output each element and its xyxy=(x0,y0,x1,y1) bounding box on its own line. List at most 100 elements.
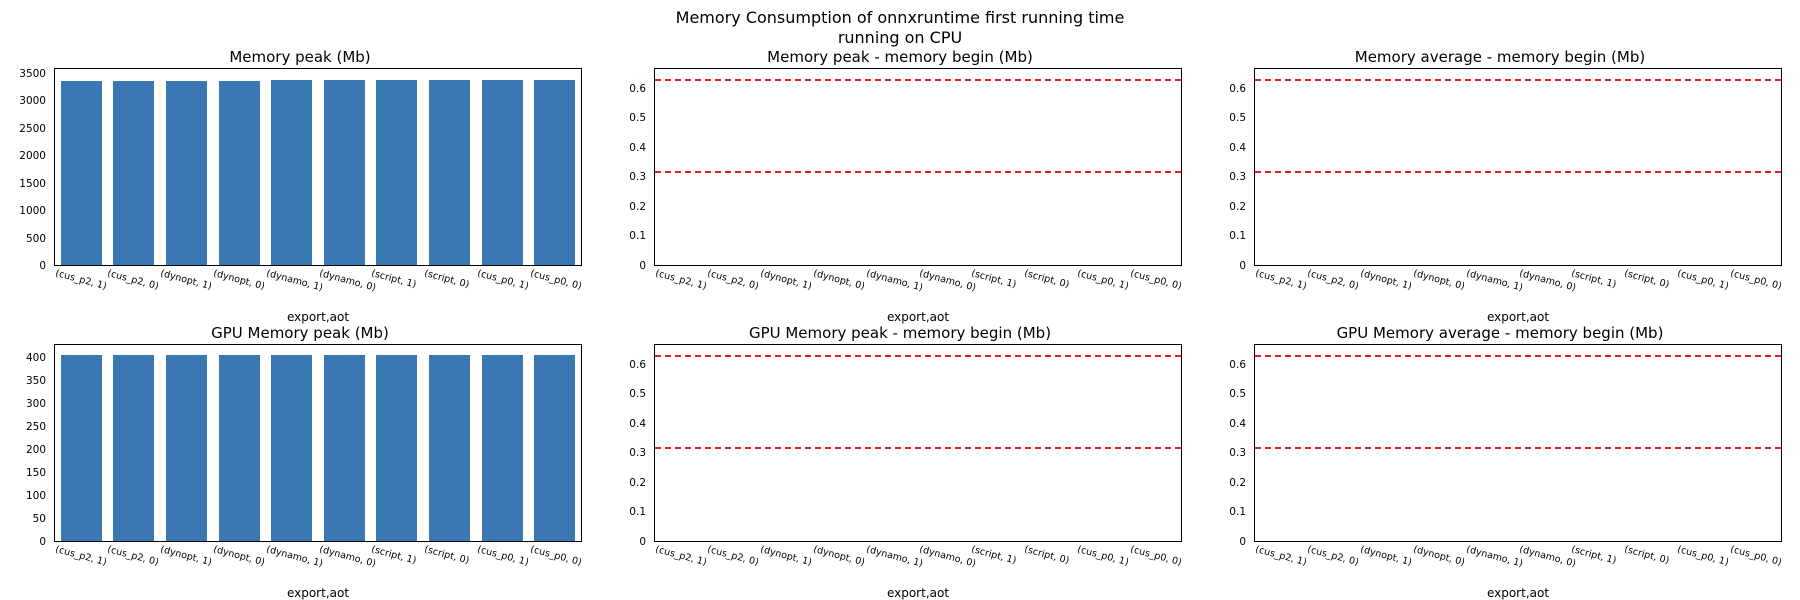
figure: Memory Consumption of onnxruntime first … xyxy=(0,0,1800,600)
y-tick-label: 0.2 xyxy=(1229,477,1246,489)
x-tick-label: (cus_p0, 1) xyxy=(476,268,530,292)
bar xyxy=(376,355,417,541)
y-tick-label: 3500 xyxy=(19,68,46,80)
x-tick-label: (dynamo, 1) xyxy=(1465,544,1524,570)
bar xyxy=(61,355,102,541)
x-tick-label: (script, 1) xyxy=(971,268,1018,291)
y-tick-label: 1500 xyxy=(19,178,46,190)
x-tick-label: (script, 1) xyxy=(371,268,418,291)
x-tick-label: (script, 0) xyxy=(1023,268,1070,291)
x-tick-label: (dynopt, 0) xyxy=(812,544,866,568)
x-ticks: (cus_p2, 1)(cus_p2, 0)(dynopt, 1)(dynopt… xyxy=(1254,542,1782,588)
subplot-grid: Memory peak (Mb)050010001500200025003000… xyxy=(0,48,1800,600)
subplot-3: GPU Memory peak (Mb)05010015020025030035… xyxy=(0,324,600,600)
subplot-title: GPU Memory peak - memory begin (Mb) xyxy=(600,324,1200,342)
y-ticks: 00.10.20.30.40.50.6 xyxy=(600,68,650,266)
subplot-5: GPU Memory average - memory begin (Mb)00… xyxy=(1200,324,1800,600)
x-tick-label: (dynopt, 1) xyxy=(159,268,213,292)
y-tick-label: 0.3 xyxy=(1229,171,1246,183)
y-tick-label: 500 xyxy=(26,233,46,245)
x-axis-label: export,aot xyxy=(54,586,582,600)
plot-area xyxy=(654,68,1182,266)
y-tick-label: 400 xyxy=(26,352,46,364)
y-tick-label: 0.4 xyxy=(629,418,646,430)
x-tick-label: (dynamo, 0) xyxy=(918,268,977,294)
bar xyxy=(219,81,260,265)
bar xyxy=(482,355,523,541)
reference-line xyxy=(1255,171,1781,173)
x-tick-label: (dynopt, 1) xyxy=(1359,268,1413,292)
x-tick-label: (script, 1) xyxy=(371,544,418,567)
y-tick-label: 150 xyxy=(26,467,46,479)
bar xyxy=(113,81,154,265)
y-tick-label: 0 xyxy=(39,536,46,548)
bar xyxy=(61,81,102,265)
y-ticks: 050100150200250300350400 xyxy=(0,344,50,542)
y-tick-label: 0.5 xyxy=(629,112,646,124)
plot-area xyxy=(654,344,1182,542)
x-tick-label: (dynamo, 0) xyxy=(318,268,377,294)
reference-line xyxy=(655,447,1181,449)
x-tick-label: (dynamo, 0) xyxy=(318,544,377,570)
subplot-title: Memory peak - memory begin (Mb) xyxy=(600,48,1200,66)
y-tick-label: 0.5 xyxy=(629,388,646,400)
y-tick-label: 50 xyxy=(33,513,46,525)
x-tick-label: (cus_p2, 1) xyxy=(654,268,708,292)
y-tick-label: 0.4 xyxy=(629,142,646,154)
x-tick-label: (cus_p0, 0) xyxy=(1729,544,1783,568)
y-tick-label: 0.3 xyxy=(629,171,646,183)
x-tick-label: (cus_p0, 0) xyxy=(1729,268,1783,292)
y-ticks: 00.10.20.30.40.50.6 xyxy=(1200,68,1250,266)
x-ticks: (cus_p2, 1)(cus_p2, 0)(dynopt, 1)(dynopt… xyxy=(654,542,1182,588)
x-tick-label: (dynopt, 1) xyxy=(1359,544,1413,568)
y-tick-label: 200 xyxy=(26,444,46,456)
y-tick-label: 0.2 xyxy=(629,477,646,489)
x-tick-label: (cus_p0, 1) xyxy=(476,544,530,568)
y-tick-label: 0.6 xyxy=(629,83,646,95)
bars xyxy=(55,69,581,265)
x-tick-label: (dynopt, 1) xyxy=(759,268,813,292)
subplot-title: GPU Memory average - memory begin (Mb) xyxy=(1200,324,1800,342)
x-tick-label: (script, 0) xyxy=(1623,544,1670,567)
x-axis-label: export,aot xyxy=(1254,310,1782,324)
subplot-title: Memory average - memory begin (Mb) xyxy=(1200,48,1800,66)
y-tick-label: 0.1 xyxy=(1229,230,1246,242)
bar xyxy=(534,80,575,265)
subplot-2: Memory average - memory begin (Mb)00.10.… xyxy=(1200,48,1800,324)
y-tick-label: 1000 xyxy=(19,205,46,217)
subplot-1: Memory peak - memory begin (Mb)00.10.20.… xyxy=(600,48,1200,324)
x-tick-label: (dynamo, 1) xyxy=(265,544,324,570)
subplot-title: GPU Memory peak (Mb) xyxy=(0,324,600,342)
x-tick-label: (dynopt, 1) xyxy=(759,544,813,568)
x-ticks: (cus_p2, 1)(cus_p2, 0)(dynopt, 1)(dynopt… xyxy=(54,542,582,588)
x-tick-label: (dynamo, 1) xyxy=(265,268,324,294)
x-tick-label: (dynamo, 1) xyxy=(865,268,924,294)
bar xyxy=(166,355,207,541)
x-ticks: (cus_p2, 1)(cus_p2, 0)(dynopt, 1)(dynopt… xyxy=(54,266,582,312)
reference-line xyxy=(655,79,1181,81)
bar xyxy=(429,355,470,541)
x-tick-label: (cus_p0, 0) xyxy=(529,268,583,292)
subplot-4: GPU Memory peak - memory begin (Mb)00.10… xyxy=(600,324,1200,600)
x-tick-label: (cus_p2, 0) xyxy=(107,268,161,292)
x-tick-label: (cus_p0, 0) xyxy=(529,544,583,568)
x-tick-label: (dynamo, 0) xyxy=(918,544,977,570)
x-tick-label: (dynopt, 0) xyxy=(812,268,866,292)
y-tick-label: 0 xyxy=(1239,536,1246,548)
x-tick-label: (dynamo, 0) xyxy=(1518,544,1577,570)
y-tick-label: 350 xyxy=(26,375,46,387)
y-tick-label: 2000 xyxy=(19,150,46,162)
y-tick-label: 3000 xyxy=(19,95,46,107)
bar xyxy=(324,80,365,265)
plot-area xyxy=(1254,68,1782,266)
x-tick-label: (cus_p0, 0) xyxy=(1129,268,1183,292)
plot-area xyxy=(54,344,582,542)
x-tick-label: (cus_p0, 1) xyxy=(1076,544,1130,568)
y-tick-label: 0.4 xyxy=(1229,142,1246,154)
x-tick-label: (dynopt, 0) xyxy=(212,544,266,568)
subplot-title: Memory peak (Mb) xyxy=(0,48,600,66)
x-tick-label: (cus_p0, 1) xyxy=(1076,268,1130,292)
y-ticks: 00.10.20.30.40.50.6 xyxy=(1200,344,1250,542)
x-tick-label: (cus_p2, 0) xyxy=(107,544,161,568)
y-ticks: 0500100015002000250030003500 xyxy=(0,68,50,266)
